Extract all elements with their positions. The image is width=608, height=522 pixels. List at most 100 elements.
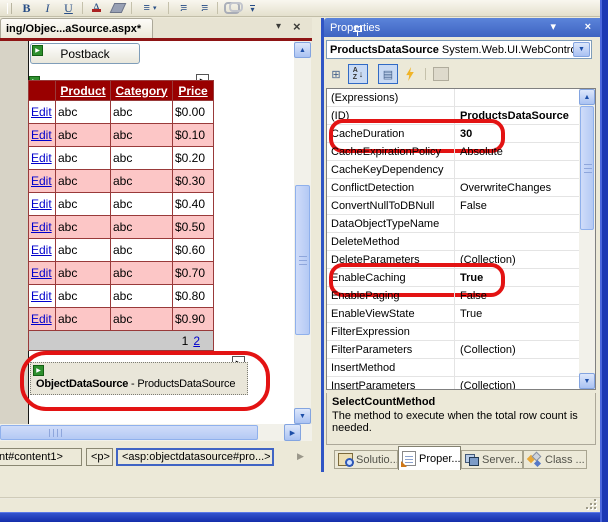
property-value[interactable]: 30 [455,128,579,140]
bold-button[interactable]: B [16,1,37,16]
window-menu-chevron[interactable]: ▾ [550,21,556,34]
edit-link[interactable]: Edit [31,197,52,211]
chevron-down-icon: ▾ [152,5,157,12]
property-name[interactable]: DeleteParameters [327,251,455,268]
property-name[interactable]: DataObjectTypeName [327,215,455,232]
gridview-header-product[interactable]: Product [55,80,111,101]
property-value[interactable]: False [455,200,579,212]
toolbar-overflow-button[interactable]: ▾ [242,1,263,16]
property-name[interactable]: InsertMethod [327,359,455,376]
properties-view-button[interactable]: ▤ [378,64,398,84]
document-tab[interactable]: ing/Objec...aSource.aspx* [0,18,153,38]
design-surface[interactable]: ▶ Postback ▶ ▶ Product Category Price Ed… [0,41,294,424]
property-name[interactable]: FilterParameters [327,341,455,358]
product-cell: abc [55,146,111,170]
events-button[interactable] [400,64,420,84]
italic-button[interactable]: I [37,1,58,16]
scrollbar-thumb[interactable] [295,185,310,335]
bullet-list-button[interactable]: :≡ [193,1,214,16]
property-name[interactable]: CacheExpirationPolicy [327,143,455,160]
tag-path-p[interactable]: <p> [86,448,113,466]
tab-properties[interactable]: Proper... [398,446,461,470]
edit-link[interactable]: Edit [31,312,52,326]
pager-page-2-link[interactable]: 2 [193,334,200,348]
scroll-up-button[interactable]: ▲ [294,42,311,58]
toolbar-grip[interactable] [7,2,12,14]
tag-path-objectdatasource[interactable]: <asp:objectdatasource#pro...> [116,448,274,466]
tag-path-content[interactable]: nt#content1> [0,448,82,466]
property-value[interactable]: ProductsDataSource [455,110,579,122]
document-close-button[interactable]: × [293,19,301,34]
edit-link[interactable]: Edit [31,266,52,280]
tab-class-view[interactable]: Class ... [523,450,587,469]
gridview-header-category[interactable]: Category [110,80,173,101]
numbered-list-button[interactable]: :≡ [172,1,193,16]
toolbar-separator [131,2,132,14]
property-value[interactable]: (Collection) [455,380,579,390]
highlight-button[interactable] [107,1,128,16]
object-selector-dropdown[interactable]: ProductsDataSource System.Web.UI.WebCont… [326,40,592,59]
property-pages-icon [433,67,449,81]
property-name[interactable]: InsertParameters [327,377,455,389]
toolbar-separator [82,2,83,14]
scroll-up-button[interactable]: ▲ [579,89,595,105]
property-value[interactable]: Absolute [455,146,579,158]
property-row: ConflictDetection OverwriteChanges [327,179,579,197]
property-value[interactable]: True [455,308,579,320]
property-name[interactable]: EnableCaching [327,269,455,286]
property-value[interactable]: OverwriteChanges [455,182,579,194]
edit-link[interactable]: Edit [31,128,52,142]
property-name[interactable]: DeleteMethod [327,233,455,250]
alignment-button[interactable]: ≡ ▾ [135,1,165,16]
property-name[interactable]: FilterExpression [327,323,455,340]
edit-link[interactable]: Edit [31,220,52,234]
scrollbar-thumb[interactable] [0,425,258,440]
product-cell: abc [55,284,111,308]
postback-button[interactable]: ▶ Postback [30,43,140,64]
property-row: CacheDuration 30 [327,119,579,153]
properties-icon [401,451,416,467]
properties-toolbar: ⊞ AZ ↓ ▤ [326,63,596,85]
edit-link[interactable]: Edit [31,151,52,165]
gridview-table[interactable]: Product Category Price Edit abc abc $0.0… [28,80,214,351]
property-value[interactable]: (Collection) [455,254,579,266]
underline-button[interactable]: U [58,1,79,16]
categorized-button[interactable]: ⊞ [326,64,346,84]
scrollbar-thumb[interactable] [580,106,594,230]
property-value[interactable]: True [455,272,579,284]
property-name[interactable]: EnablePaging [327,287,455,304]
edit-link[interactable]: Edit [31,243,52,257]
property-name[interactable]: (ID) [327,107,455,124]
edit-link[interactable]: Edit [31,105,52,119]
scroll-down-button[interactable]: ▼ [579,373,595,389]
gridview-header-price[interactable]: Price [172,80,214,101]
tag-navigator-forward-arrow[interactable]: ▶ [297,451,304,462]
property-description-pane: SelectCountMethod The method to execute … [326,393,596,445]
hyperlink-button[interactable] [221,1,243,16]
alphabetical-sort-button[interactable]: AZ ↓ [348,64,368,84]
tab-solution-explorer[interactable]: Solutio... [334,450,398,469]
gridview-data-row: Edit abc abc $0.30 [28,169,214,193]
close-icon[interactable]: × [585,21,591,34]
property-value[interactable]: (Collection) [455,344,579,356]
font-color-button[interactable]: A [86,1,107,16]
tab-server-explorer[interactable]: Server... [461,450,523,469]
property-name[interactable]: EnableViewState [327,305,455,322]
pin-icon[interactable] [353,25,363,37]
property-value[interactable]: False [455,290,579,302]
property-name[interactable]: CacheKeyDependency [327,161,455,178]
dropdown-arrow[interactable]: ▼ [573,42,590,57]
property-pages-button[interactable] [431,64,451,84]
property-name[interactable]: ConflictDetection [327,179,455,196]
gridview-header-row: Product Category Price [28,80,214,101]
resize-grip[interactable] [586,499,598,511]
property-name[interactable]: CacheDuration [327,125,455,142]
scroll-down-button[interactable]: ▼ [294,408,311,424]
document-list-chevron[interactable]: ▾ [276,21,281,32]
property-name[interactable]: (Expressions) [327,89,455,106]
property-name[interactable]: ConvertNullToDBNull [327,197,455,214]
edit-link[interactable]: Edit [31,289,52,303]
scroll-right-button[interactable]: ▶ [284,424,301,441]
price-cell: $0.70 [172,261,214,285]
edit-link[interactable]: Edit [31,174,52,188]
